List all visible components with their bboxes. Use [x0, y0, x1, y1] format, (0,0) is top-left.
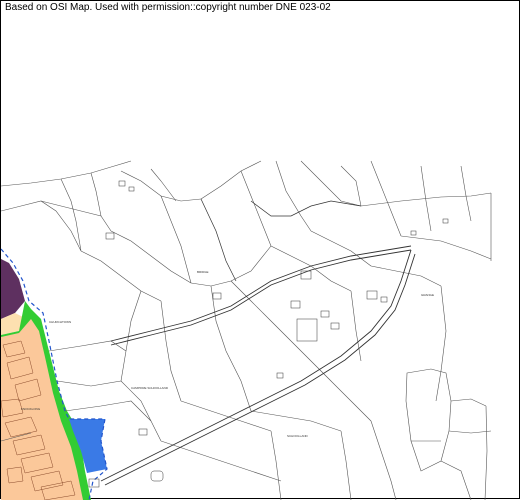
place-label: GRANGE [421, 293, 434, 297]
zone-orange [1, 319, 83, 500]
map-canvas[interactable]: GRANGE CHURCHTOWN CAMPFIRE SCHOOLLAND SC… [1, 1, 520, 500]
place-label: BRIDGE [197, 270, 209, 274]
place-label: SCHOOLLAND [287, 434, 309, 438]
roads [100, 198, 416, 486]
map-frame[interactable]: GRANGE CHURCHTOWN CAMPFIRE SCHOOLLAND SC… [0, 0, 520, 500]
place-label: CHURCHTOWN [49, 320, 71, 324]
copyright-notice: Based on OSI Map. Used with permission::… [3, 1, 333, 14]
place-label: CAMPFIRE SCHOOLLAND [131, 386, 169, 390]
buildings [88, 180, 449, 488]
place-label: KNOCKLONG [21, 407, 41, 411]
zone-purple [1, 259, 25, 319]
zoning-overlay [1, 259, 107, 500]
